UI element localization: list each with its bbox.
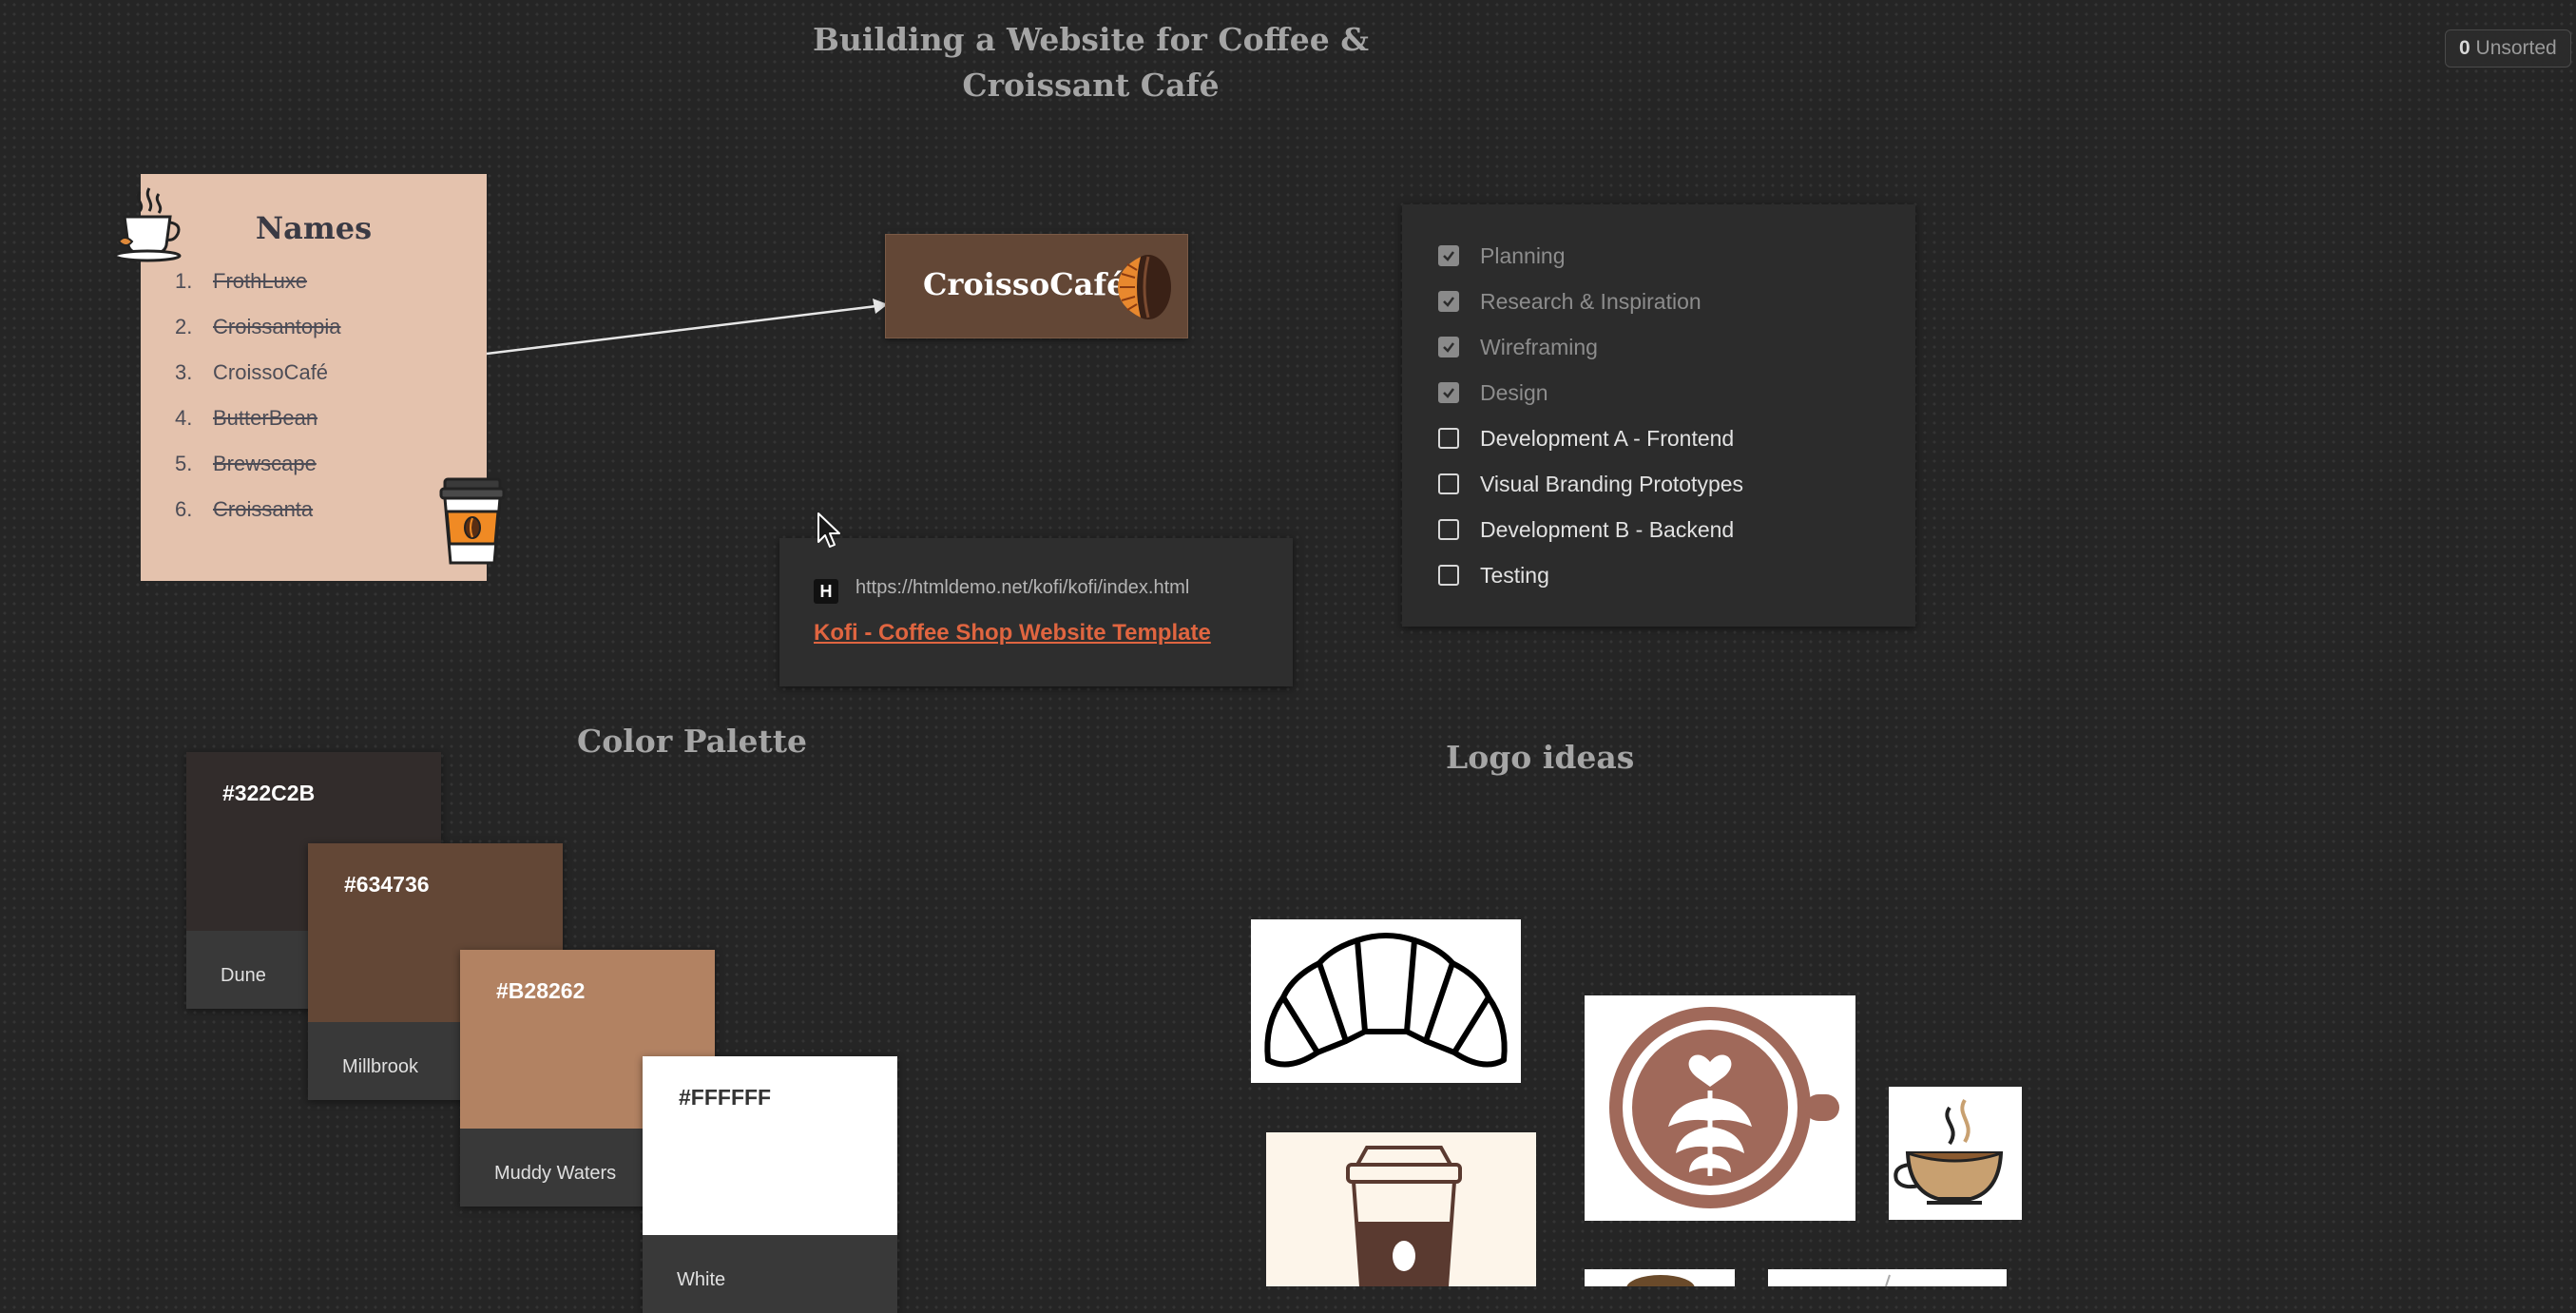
- task-item: Wireframing: [1438, 324, 1598, 370]
- task-item: Research & Inspiration: [1438, 279, 1701, 324]
- task-item: Development A - Frontend: [1438, 415, 1734, 461]
- connector-arrow[interactable]: [483, 295, 892, 361]
- names-list-item: 1. FrothLuxe: [175, 269, 341, 315]
- names-list-number: 5.: [175, 452, 193, 475]
- swatch-color-name: White: [677, 1269, 726, 1290]
- link-url: https://htmldemo.net/kofi/kofi/index.htm…: [855, 577, 1190, 598]
- names-list-item: 2. Croissantopia: [175, 315, 341, 360]
- steaming-coffee-cup-image[interactable]: [1889, 1087, 2022, 1220]
- task-checkbox[interactable]: [1438, 337, 1459, 357]
- swatch-hex-code: #FFFFFF: [679, 1085, 772, 1110]
- croissant-outline-icon: [1264, 933, 1508, 1068]
- takeaway-cup-icon: [1346, 1146, 1462, 1286]
- swatch-color-block: #FFFFFF: [643, 1056, 897, 1235]
- coffee-partial-icon: [1626, 1275, 1695, 1286]
- task-label: Planning: [1480, 242, 1566, 268]
- croissant-outline-image[interactable]: [1251, 919, 1521, 1083]
- names-list-name: CroissoCafé: [213, 360, 329, 384]
- task-label: Design: [1480, 379, 1548, 405]
- swatch-hex-code: #B28262: [496, 978, 586, 1003]
- names-list-name: ButterBean: [213, 406, 318, 430]
- task-item: Development B - Backend: [1438, 507, 1734, 552]
- names-list: 1. FrothLuxe 2. Croissantopia 3. CroissoCafé 4…: [175, 269, 341, 543]
- croissocafe-logo-text: CroissoCafé: [923, 266, 1126, 302]
- task-checkbox[interactable]: [1438, 428, 1459, 449]
- swatch-hex-code: #634736: [344, 872, 430, 897]
- task-checkbox[interactable]: [1438, 382, 1459, 403]
- swatch-hex-code: #322C2B: [222, 781, 316, 805]
- task-checkbox[interactable]: [1438, 245, 1459, 266]
- names-list-number: 1.: [175, 269, 193, 293]
- unsorted-count: 0: [2459, 37, 2470, 59]
- checkmark-icon: [1443, 342, 1454, 353]
- task-checkbox[interactable]: [1438, 519, 1459, 540]
- checkmark-icon: [1443, 388, 1454, 398]
- task-label: Visual Branding Prototypes: [1480, 471, 1744, 496]
- names-list-number: 6.: [175, 497, 193, 521]
- site-favicon-icon: H: [814, 579, 838, 604]
- swatch-color-name: Dune: [221, 965, 266, 986]
- coffee-logo-partial-image[interactable]: [1585, 1269, 1735, 1286]
- swatch-name-bar: White: [643, 1235, 897, 1313]
- names-list-item: 3. CroissoCafé: [175, 360, 341, 406]
- names-list-name: Croissantopia: [213, 315, 341, 338]
- names-list-item: 5. Brewscape: [175, 452, 341, 497]
- names-list-item: 6. Croissanta: [175, 497, 341, 543]
- names-card[interactable]: Names 1. FrothLuxe 2. Croissantopia 3. Croiss…: [141, 174, 487, 581]
- task-item: Testing: [1438, 552, 1549, 598]
- task-checkbox[interactable]: [1438, 565, 1459, 586]
- checkmark-icon: [1443, 297, 1454, 307]
- unsorted-button[interactable]: 0 Unsorted: [2445, 29, 2571, 68]
- task-label: Research & Inspiration: [1480, 288, 1701, 314]
- color-palette-title: Color Palette: [577, 723, 808, 760]
- names-title: Names: [255, 210, 373, 246]
- task-label: Development B - Backend: [1480, 516, 1735, 542]
- names-list-number: 3.: [175, 360, 193, 384]
- takeaway-cup-sticker-icon[interactable]: [437, 475, 508, 569]
- task-item: Design: [1438, 370, 1548, 415]
- latte-art-cup-image[interactable]: [1585, 995, 1855, 1221]
- takeaway-cup-image[interactable]: [1266, 1132, 1536, 1286]
- logo-partial-icon: [1885, 1274, 1891, 1286]
- task-item: Planning: [1438, 233, 1566, 279]
- latte-art-cup-icon: [1609, 1007, 1839, 1208]
- link-title[interactable]: Kofi - Coffee Shop Website Template: [814, 620, 1211, 647]
- color-swatch[interactable]: #FFFFFF White: [643, 1056, 897, 1313]
- names-list-name: Brewscape: [213, 452, 317, 475]
- task-label: Wireframing: [1480, 334, 1598, 359]
- croissant-coffee-bean-icon: [1118, 255, 1171, 319]
- steaming-coffee-cup-icon: [1894, 1098, 2004, 1205]
- task-checkbox[interactable]: [1438, 473, 1459, 494]
- croissocafe-logo-tile[interactable]: CroissoCafé: [885, 234, 1188, 338]
- swatch-color-name: Millbrook: [342, 1056, 419, 1077]
- task-label: Testing: [1480, 562, 1549, 588]
- checkmark-icon: [1443, 251, 1454, 261]
- names-list-item: 4. ButterBean: [175, 406, 341, 452]
- task-checkbox[interactable]: [1438, 291, 1459, 312]
- names-list-number: 4.: [175, 406, 193, 430]
- swatch-color-name: Muddy Waters: [494, 1163, 617, 1184]
- names-list-number: 2.: [175, 315, 193, 338]
- names-list-name: Croissanta: [213, 497, 314, 521]
- task-label: Development A - Frontend: [1480, 425, 1735, 451]
- names-list-name: FrothLuxe: [213, 269, 308, 293]
- task-checklist-card[interactable]: Planning Research & Inspiration Wireframin…: [1402, 204, 1915, 627]
- link-card[interactable]: H https://htmldemo.net/kofi/kofi/index.h…: [779, 538, 1293, 686]
- logo-partial-image[interactable]: [1768, 1269, 2007, 1286]
- mouse-cursor-icon: [817, 512, 840, 548]
- unsorted-label: Unsorted: [2475, 37, 2557, 59]
- logo-ideas-title: Logo ideas: [1446, 739, 1635, 776]
- board-title: Building a Website for Coffee & Croissan…: [813, 21, 1369, 104]
- task-item: Visual Branding Prototypes: [1438, 461, 1743, 507]
- hot-coffee-cup-icon[interactable]: [111, 186, 185, 262]
